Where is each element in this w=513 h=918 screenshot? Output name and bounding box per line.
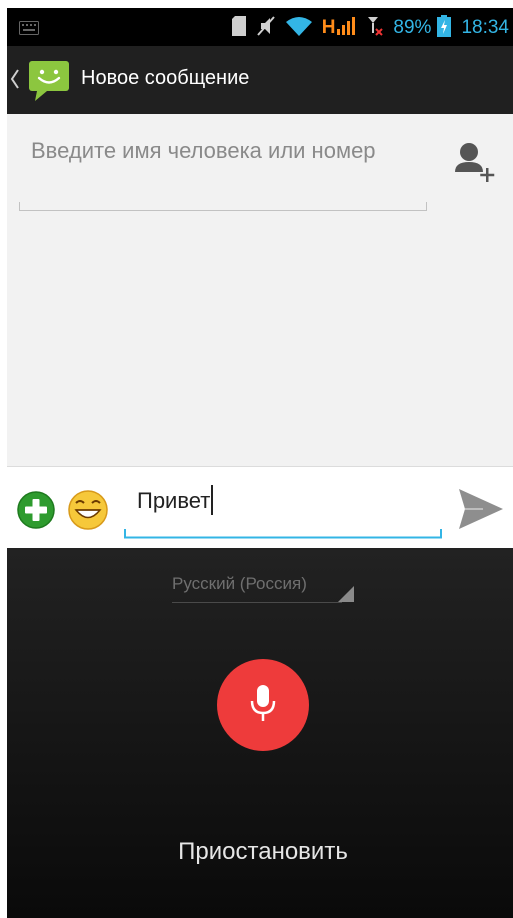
message-underline bbox=[124, 529, 442, 539]
voice-input-panel: Русский (Россия) Приостановить bbox=[7, 548, 513, 918]
send-icon[interactable] bbox=[459, 489, 503, 533]
microphone-button[interactable] bbox=[217, 659, 309, 751]
back-chevron-icon bbox=[9, 66, 21, 96]
clock: 18:34 bbox=[461, 17, 509, 38]
keyboard-icon bbox=[19, 20, 39, 39]
pause-button[interactable]: Приостановить bbox=[7, 838, 513, 866]
add-contact-icon[interactable] bbox=[451, 138, 499, 186]
recipient-area: Введите имя человека или номер bbox=[7, 114, 513, 466]
attach-plus-icon[interactable] bbox=[17, 491, 55, 533]
microphone-icon bbox=[249, 683, 277, 727]
language-select[interactable]: Русский (Россия) bbox=[172, 574, 354, 608]
action-bar: Новое сообщение bbox=[7, 46, 513, 114]
network-type: H bbox=[321, 17, 336, 38]
messaging-app-icon bbox=[27, 59, 71, 107]
phone-screen: H 89% 18:34 Новое сообщение Введите имя … bbox=[7, 8, 513, 918]
compose-bar: Привет bbox=[7, 466, 513, 548]
recipient-underline bbox=[19, 202, 427, 211]
battery-percent: 89% bbox=[393, 17, 432, 38]
message-input[interactable]: Привет bbox=[137, 485, 214, 515]
dropdown-corner-icon bbox=[338, 586, 354, 606]
screen-title: Новое сообщение bbox=[81, 67, 250, 89]
wifi-icon bbox=[285, 16, 312, 40]
status-bar: H 89% 18:34 bbox=[7, 8, 513, 46]
language-underline bbox=[172, 602, 342, 603]
mute-icon bbox=[256, 15, 276, 41]
sd-card-icon bbox=[231, 16, 246, 40]
signal-icon bbox=[337, 15, 357, 41]
text-cursor bbox=[211, 485, 214, 515]
recipient-input[interactable]: Введите имя человека или номер bbox=[31, 136, 391, 206]
language-label: Русский (Россия) bbox=[172, 574, 307, 593]
message-text: Привет bbox=[137, 488, 211, 513]
signal-nosim-icon bbox=[367, 15, 384, 41]
emoji-icon[interactable] bbox=[67, 489, 109, 535]
battery-charging-icon bbox=[437, 15, 452, 41]
